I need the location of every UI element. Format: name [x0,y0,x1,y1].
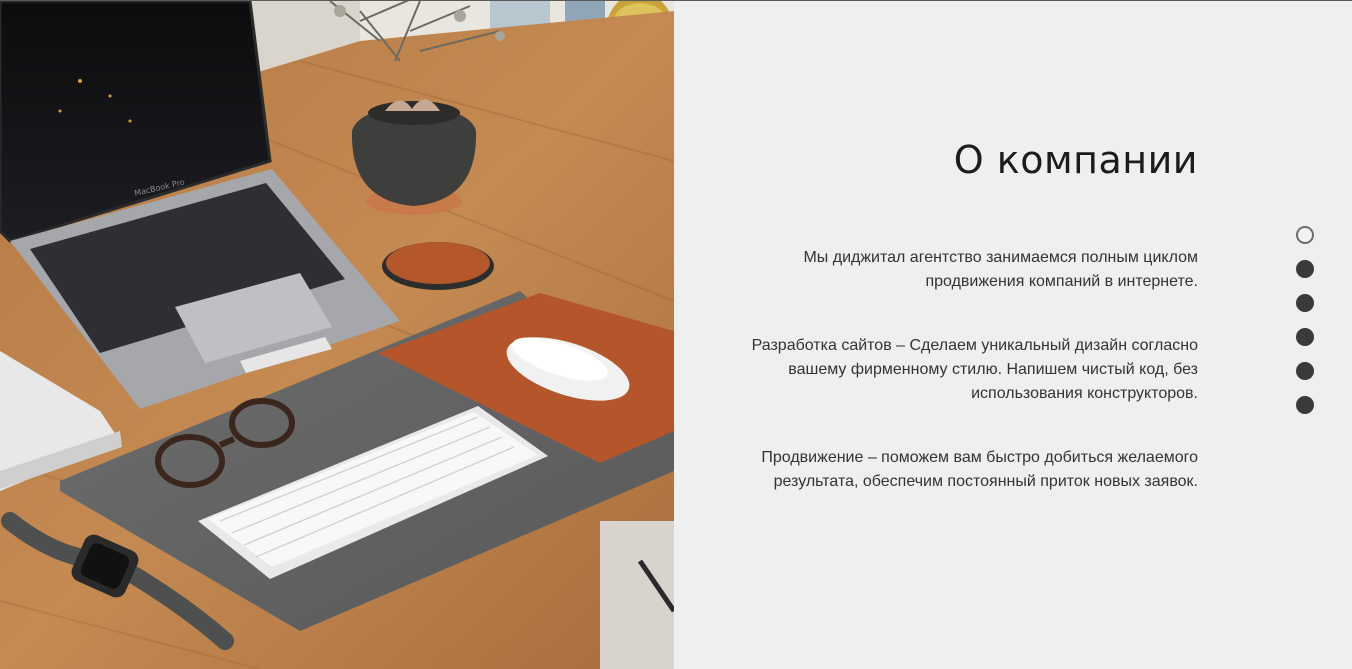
slider-dot-5[interactable] [1296,362,1314,380]
slider-dot-6[interactable] [1296,396,1314,414]
hero-photo: MacBook Pro [0,1,674,669]
about-paragraph-promotion: Продвижение – поможем вам быстро добитьс… [761,449,1198,490]
slider-dot-4[interactable] [1296,328,1314,346]
slider-dot-3[interactable] [1296,294,1314,312]
section-title: О компании [953,138,1198,182]
slider-dot-2[interactable] [1296,260,1314,278]
slider-dot-1[interactable] [1296,226,1314,244]
about-paragraph-intro: Мы диджитал агентство занимаемся полным … [803,249,1198,290]
slider-pagination [1296,226,1316,430]
about-paragraph-web-development: Разработка сайтов – Сделаем уникальный д… [751,337,1198,402]
